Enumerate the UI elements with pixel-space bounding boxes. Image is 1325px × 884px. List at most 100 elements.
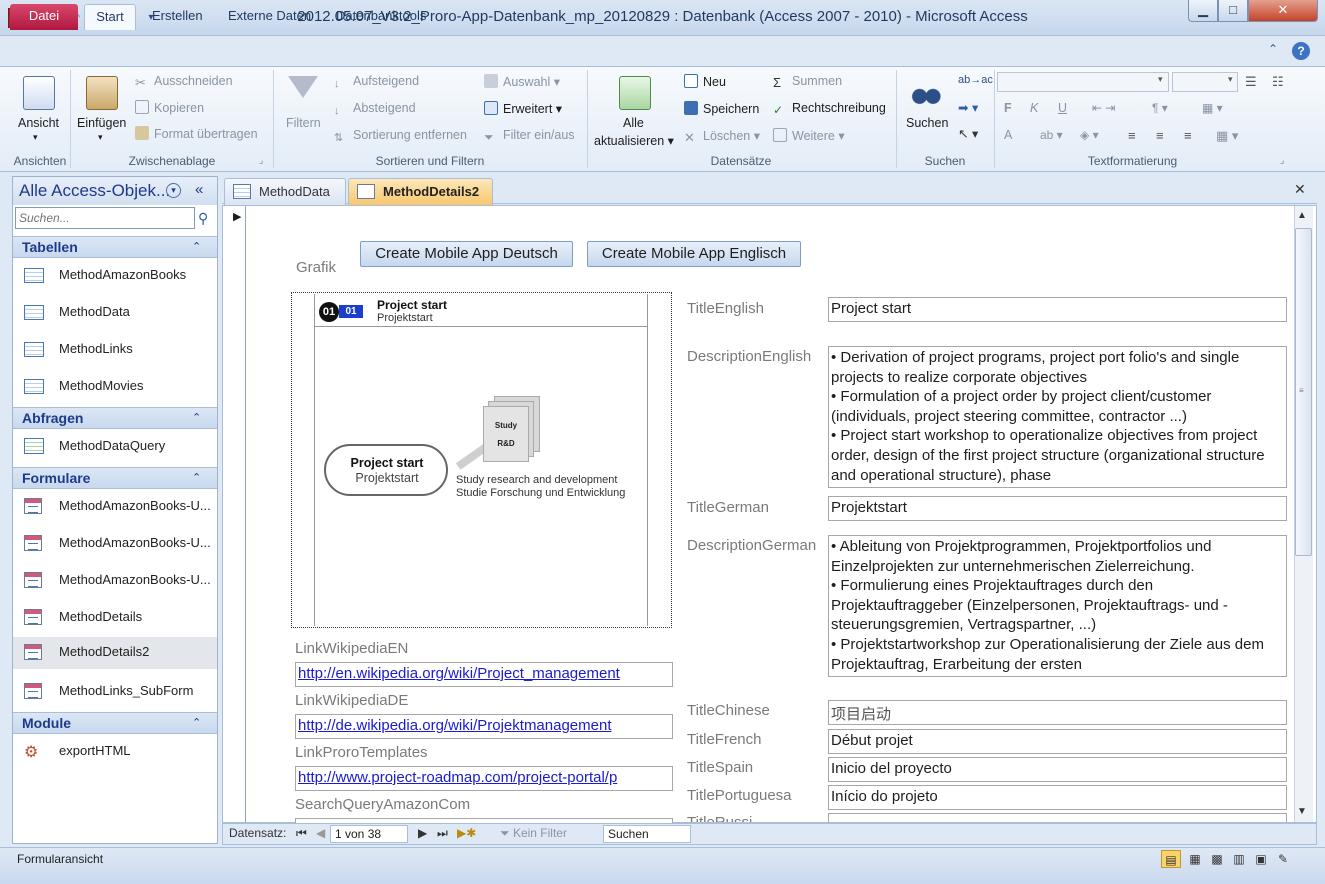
refresh-all-icon[interactable] <box>619 76 651 110</box>
format-painter-button[interactable]: Format übertragen <box>135 126 258 141</box>
doc-tab-methoddetails2[interactable]: MethodDetails2 <box>348 178 493 205</box>
search-icon[interactable]: ⚲ <box>198 210 208 227</box>
gridlines-icon[interactable]: ▦ ▾ <box>1202 101 1223 115</box>
ribbon-minimize-icon[interactable]: ⌃ <box>1268 42 1278 56</box>
suchen-button[interactable]: Suchen <box>906 116 948 130</box>
nav-shutter-icon[interactable]: « <box>195 181 203 198</box>
spelling-button[interactable]: ✓ Rechtschreibung <box>773 101 886 117</box>
nav-item-form[interactable]: MethodAmazonBooks-U... <box>22 528 217 560</box>
cut-button[interactable]: ✂ Ausschneiden <box>135 74 233 90</box>
alternate-row-color-icon[interactable]: ▦ ▾ <box>1216 128 1238 144</box>
nav-title[interactable]: Alle Access-Objek... <box>19 181 170 201</box>
nav-item-table[interactable]: MethodLinks <box>22 334 217 366</box>
nav-item-form-selected[interactable]: MethodDetails2 <box>13 637 217 669</box>
tab-externe-daten[interactable]: Externe Daten <box>218 4 321 30</box>
bullet-list-icon[interactable]: ☰ <box>1245 74 1257 90</box>
description-german-field[interactable]: • Ableitung von Projektprogrammen, Proje… <box>828 535 1287 677</box>
help-icon[interactable]: ? <box>1292 42 1310 60</box>
record-selector[interactable] <box>223 206 246 822</box>
auswahl-button[interactable]: Auswahl ▾ <box>484 74 560 89</box>
title-next-field[interactable] <box>828 813 1287 822</box>
title-spain-field[interactable]: Inicio del proyecto <box>828 757 1287 782</box>
numbered-list-icon[interactable]: ☷ <box>1272 74 1284 90</box>
nav-item-form[interactable]: MethodDetails <box>22 602 217 634</box>
nav-item-module[interactable]: ⚙ exportHTML <box>22 736 217 768</box>
form-view-icon[interactable]: ▤ <box>1161 850 1181 868</box>
title-portuguesa-field[interactable]: Início do projeto <box>828 785 1287 810</box>
nav-item-query[interactable]: MethodDataQuery <box>22 431 217 463</box>
close-button[interactable]: ✕ <box>1248 0 1318 22</box>
record-search-input[interactable]: Suchen <box>603 825 691 843</box>
italic-button[interactable]: K <box>1030 101 1038 115</box>
paste-icon[interactable] <box>86 76 118 110</box>
indent-icon[interactable]: ⇤ ⇥ <box>1092 101 1115 115</box>
more-button[interactable]: Weitere ▾ <box>773 128 845 143</box>
description-english-field[interactable]: • Derivation of project programs, projec… <box>828 346 1287 488</box>
copy-button[interactable]: Kopieren <box>135 100 204 115</box>
title-english-field[interactable]: Project start <box>828 297 1287 322</box>
doc-tab-methoddata[interactable]: MethodData <box>224 178 346 205</box>
underline-button[interactable]: U <box>1058 101 1067 115</box>
sort-ascending-button[interactable]: ↓ Aufsteigend <box>334 74 419 92</box>
collapse-chevron-icon[interactable]: ⌃ <box>192 240 201 253</box>
font-size-dropdown-icon[interactable]: ▾ <box>1228 74 1233 85</box>
datasheet-view-icon[interactable]: ▦ <box>1185 850 1205 868</box>
link-wikipedia-de-field[interactable]: http://de.wikipedia.org/wiki/Projektmana… <box>295 714 673 739</box>
tab-datenbanktools[interactable]: Datenbanktools <box>326 4 436 30</box>
create-mobile-app-deutsch-button[interactable]: Create Mobile App Deutsch <box>360 241 573 267</box>
ansicht-button[interactable]: Ansicht <box>18 116 59 130</box>
align-center-icon[interactable]: ≡ <box>1156 128 1164 143</box>
einfuegen-dropdown-icon[interactable]: ▾ <box>98 132 103 143</box>
replace-icon[interactable]: ab→ac <box>958 74 993 86</box>
filtern-button[interactable]: Filtern <box>286 116 321 130</box>
delete-record-button[interactable]: ✕ Löschen ▾ <box>684 128 760 145</box>
collapse-chevron-icon[interactable]: ⌃ <box>192 716 201 729</box>
previous-record-icon[interactable]: ◀ <box>316 826 325 840</box>
tab-erstellen[interactable]: Erstellen <box>142 4 213 30</box>
nav-item-table[interactable]: MethodMovies <box>22 371 217 403</box>
filter-status-button[interactable]: ⏷ Kein Filter <box>500 826 567 841</box>
binoculars-icon[interactable] <box>910 76 942 110</box>
font-color-button[interactable]: A <box>1004 128 1012 142</box>
link-proro-templates-field[interactable]: http://www.project-roadmap.com/project-p… <box>295 766 673 791</box>
design-view-icon[interactable]: ✎ <box>1273 850 1293 868</box>
bold-button[interactable]: F <box>1004 101 1012 115</box>
scroll-down-icon[interactable]: ▼ <box>1297 806 1307 817</box>
sort-descending-button[interactable]: ↓ Absteigend <box>334 101 416 119</box>
nav-item-table[interactable]: MethodData <box>22 297 217 329</box>
last-record-icon[interactable]: ⏭ <box>437 826 448 841</box>
tab-datei[interactable]: Datei <box>10 4 78 30</box>
refresh-label-1[interactable]: Alle <box>623 116 644 130</box>
erweitert-button[interactable]: Erweitert ▾ <box>484 101 562 116</box>
align-right-icon[interactable]: ≡ <box>1184 128 1192 143</box>
font-name-select[interactable] <box>997 72 1169 92</box>
nav-item-form[interactable]: MethodAmazonBooks-U... <box>22 565 217 597</box>
new-record-button[interactable]: Neu <box>684 74 726 89</box>
layout-view-icon[interactable]: ▣ <box>1251 850 1271 868</box>
ansicht-dropdown-icon[interactable]: ▾ <box>33 132 38 143</box>
text-dialog-launcher-icon[interactable]: ⌟ <box>1280 155 1284 166</box>
current-record-input[interactable]: 1 von 38 <box>330 825 408 843</box>
remove-sort-button[interactable]: ⇅ Sortierung entfernen <box>334 128 467 145</box>
goto-icon[interactable]: ➡ ▾ <box>958 100 978 115</box>
title-chinese-field[interactable]: 项目启动 <box>828 700 1287 725</box>
nav-item-form[interactable]: MethodAmazonBooks-U... <box>22 491 217 523</box>
refresh-all-button[interactable]: aktualisieren ▾ <box>594 133 674 148</box>
einfuegen-button[interactable]: Einfügen <box>77 116 126 130</box>
maximize-button[interactable]: □ <box>1218 0 1248 22</box>
totals-button[interactable]: Σ Summen <box>773 74 842 90</box>
filter-funnel-icon[interactable] <box>288 76 318 98</box>
tab-start[interactable]: Start <box>84 4 136 30</box>
align-left-icon[interactable]: ≡ <box>1128 128 1136 143</box>
font-name-dropdown-icon[interactable]: ▾ <box>1158 74 1163 85</box>
pivot-table-view-icon[interactable]: ▩ <box>1207 850 1227 868</box>
view-icon[interactable] <box>23 76 55 110</box>
nav-menu-dropdown-icon[interactable]: ▾ <box>166 183 181 198</box>
new-record-nav-icon[interactable]: ▶✱ <box>457 826 476 840</box>
title-french-field[interactable]: Début projet <box>828 729 1287 754</box>
fill-color-icon[interactable]: ◈ ▾ <box>1080 128 1099 142</box>
dialog-launcher-icon[interactable]: ⌟ <box>259 155 263 166</box>
title-german-field[interactable]: Projektstart <box>828 496 1287 521</box>
nav-item-form[interactable]: MethodLinks_SubForm <box>22 676 217 708</box>
nav-item-table[interactable]: MethodAmazonBooks <box>22 260 217 292</box>
